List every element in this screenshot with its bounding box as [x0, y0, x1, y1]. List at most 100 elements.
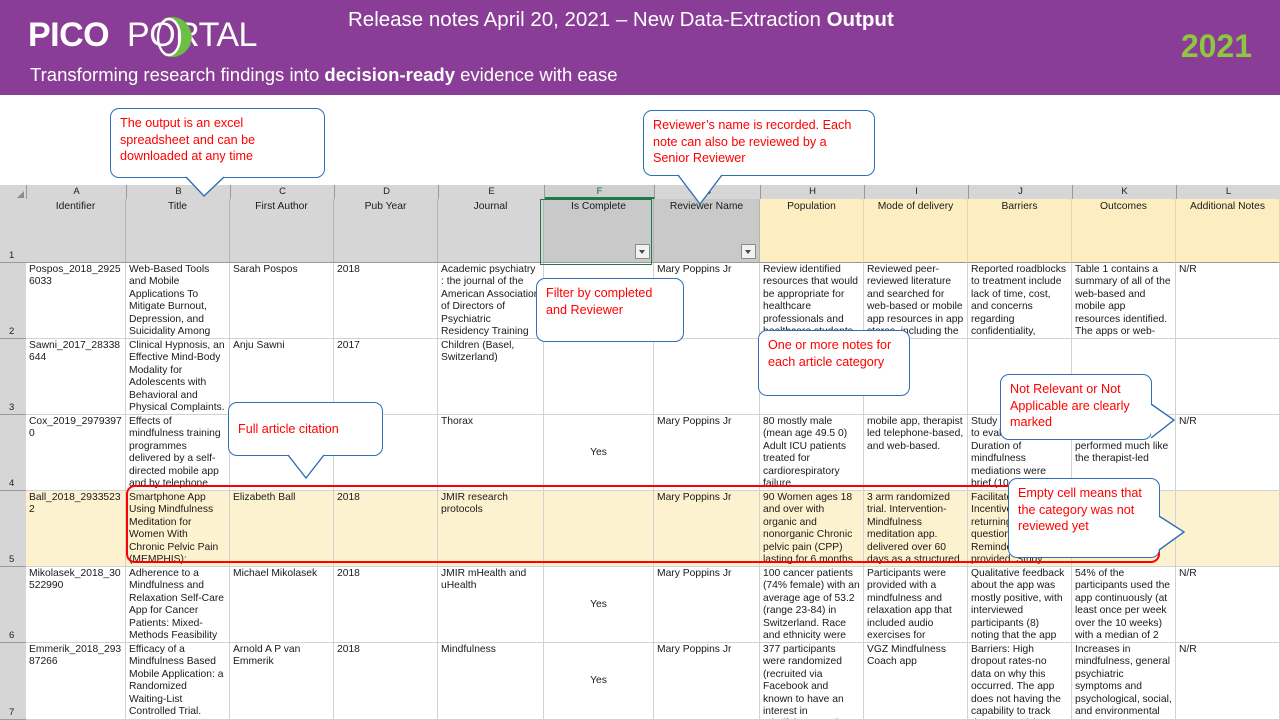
callout-reviewer-name: Reviewer’s name is recorded. Each note c… — [643, 110, 875, 176]
callout-not-relevant-text: Not Relevant or Not Applicable are clear… — [1010, 382, 1130, 429]
cell-first-author[interactable]: Elizabeth Ball — [230, 491, 334, 567]
cell-first-author[interactable]: Sarah Pospos — [230, 263, 334, 339]
table-row[interactable]: Emmerik_2018_29387266 Efficacy of a Mindf… — [26, 643, 1280, 720]
column-header-e[interactable]: E — [439, 185, 545, 199]
cell-is-complete[interactable] — [544, 339, 654, 415]
logo-pico-text: PICO — [28, 16, 110, 54]
row-header-4[interactable]: 4 — [0, 415, 26, 491]
cell-title[interactable]: Clinical Hypnosis, an Effective Mind-Bod… — [126, 339, 230, 415]
cell-journal[interactable]: JMIR mHealth and uHealth — [438, 567, 544, 643]
cell-outcomes[interactable]: 54% of the participants used the app con… — [1072, 567, 1176, 643]
cell-population[interactable]: 90 Women ages 18 and over with organic a… — [760, 491, 864, 567]
filter-dropdown-g[interactable] — [741, 244, 756, 259]
cell-population[interactable]: 100 cancer patients (74% female) with an… — [760, 567, 864, 643]
row-header-7[interactable]: 7 — [0, 643, 26, 720]
cell-barriers[interactable]: Barriers: High dropout rates-no data on … — [968, 643, 1072, 720]
callout-full-citation: Full article citation — [228, 402, 383, 456]
cell-journal[interactable]: Thorax — [438, 415, 544, 491]
column-header-f[interactable]: F — [545, 185, 655, 199]
cell-population[interactable]: Review identified resources that would b… — [760, 263, 864, 339]
cell-mode[interactable]: Reviewed peer-reviewed literature and se… — [864, 263, 968, 339]
row-header-label: 6 — [9, 630, 15, 641]
cell-notes[interactable] — [1176, 339, 1280, 415]
row-header-6[interactable]: 6 — [0, 567, 26, 643]
column-header-k[interactable]: K — [1073, 185, 1177, 199]
column-header-j[interactable]: J — [969, 185, 1073, 199]
cell-is-complete[interactable] — [544, 491, 654, 567]
cell-mode[interactable]: VGZ Mindfulness Coach app — [864, 643, 968, 720]
cell-outcomes[interactable]: Table 1 contains a summary of all of the… — [1072, 263, 1176, 339]
cell-title[interactable]: Web-Based Tools and Mobile Applications … — [126, 263, 230, 339]
row-header-2[interactable]: 2 — [0, 263, 26, 339]
callout-not-relevant-tail — [1150, 403, 1176, 439]
cell-identifier[interactable]: Cox_2019_29793970 — [26, 415, 126, 491]
cell-first-author[interactable]: Arnold A P van Emmerik — [230, 643, 334, 720]
cell-is-complete[interactable]: Yes — [544, 643, 654, 720]
cell-title[interactable]: Efficacy of a Mindfulness Based Mobile A… — [126, 643, 230, 720]
callout-reviewer-name-text: Reviewer’s name is recorded. Each note c… — [653, 118, 852, 165]
cell-notes[interactable]: N/R — [1176, 263, 1280, 339]
row-header-1[interactable]: 1 — [0, 199, 26, 263]
column-header-h[interactable]: H — [761, 185, 865, 199]
cell-mode[interactable]: Participants were provided with a mindfu… — [864, 567, 968, 643]
callout-filter-by-text: Filter by completed and Reviewer — [546, 286, 653, 317]
column-header-d[interactable]: D — [335, 185, 439, 199]
column-title-reviewer-name: Reviewer Name — [654, 199, 760, 263]
cell-notes[interactable]: N/R — [1176, 643, 1280, 720]
cell-identifier[interactable]: Sawni_2017_28338644 — [26, 339, 126, 415]
cell-journal[interactable]: Mindfulness — [438, 643, 544, 720]
cell-is-complete[interactable]: Yes — [544, 567, 654, 643]
cell-journal[interactable]: Academic psychiatry : the journal of the… — [438, 263, 544, 339]
row-header-3[interactable]: 3 — [0, 339, 26, 415]
page-title-main: Release notes April 20, 2021 – New Data-… — [348, 8, 827, 31]
cell-reviewer[interactable]: Mary Poppins Jr — [654, 643, 760, 720]
cell-population[interactable]: 80 mostly male (mean age 49.5 0) Adult I… — [760, 415, 864, 491]
cell-first-author[interactable]: Michael Mikolasek — [230, 567, 334, 643]
cell-barriers[interactable]: Qualitative feedback about the app was m… — [968, 567, 1072, 643]
filter-dropdown-f[interactable] — [635, 244, 650, 259]
column-title-outcomes: Outcomes — [1072, 199, 1176, 263]
cell-pub-year[interactable]: 2018 — [334, 263, 438, 339]
cell-reviewer[interactable]: Mary Poppins Jr — [654, 491, 760, 567]
row-header-label: 3 — [9, 402, 15, 413]
column-header-a[interactable]: A — [27, 185, 127, 199]
cell-is-complete[interactable]: Yes — [544, 415, 654, 491]
table-row[interactable]: Mikolasek_2018_30522990 Adherence to a Mi… — [26, 567, 1280, 643]
cell-barriers[interactable]: Reported roadblocks to treatment include… — [968, 263, 1072, 339]
cell-notes[interactable]: N/R — [1176, 415, 1280, 491]
callout-output-excel-text: The output is an excel spreadsheet and c… — [120, 116, 256, 163]
column-header-i[interactable]: I — [865, 185, 969, 199]
cell-journal[interactable]: JMIR research protocols — [438, 491, 544, 567]
cell-identifier[interactable]: Pospos_2018_29256033 — [26, 263, 126, 339]
cell-identifier[interactable]: Ball_2018_29335232 — [26, 491, 126, 567]
cell-journal[interactable]: Children (Basel, Switzerland) — [438, 339, 544, 415]
cell-pub-year[interactable]: 2018 — [334, 643, 438, 720]
cell-title[interactable]: Effects of mindfulness training programm… — [126, 415, 230, 491]
row-header-5[interactable]: 5 — [0, 491, 26, 567]
cell-pub-year[interactable]: 2018 — [334, 491, 438, 567]
column-header-c[interactable]: C — [231, 185, 335, 199]
table-header-row: Identifier Title First Author Pub Year Journ… — [26, 199, 1280, 263]
callout-empty-cell-tail — [1158, 515, 1186, 551]
callout-output-excel: The output is an excel spreadsheet and c… — [110, 108, 325, 178]
cell-reviewer[interactable]: Mary Poppins Jr — [654, 415, 760, 491]
cell-mode[interactable]: mobile app, therapist led telephone-base… — [864, 415, 968, 491]
cell-mode[interactable]: 3 arm randomized trial. Intervention-Min… — [864, 491, 968, 567]
cell-pub-year[interactable]: 2018 — [334, 567, 438, 643]
cell-population[interactable]: 377 participants were randomized (recrui… — [760, 643, 864, 720]
cell-identifier[interactable]: Emmerik_2018_29387266 — [26, 643, 126, 720]
cell-outcomes[interactable]: Increases in mindfulness, general psychi… — [1072, 643, 1176, 720]
cell-reviewer[interactable] — [654, 339, 760, 415]
column-title-label: Additional Notes — [1190, 201, 1265, 212]
cell-notes[interactable]: N/R — [1176, 567, 1280, 643]
cell-title[interactable]: Adherence to a Mindfulness and Relaxatio… — [126, 567, 230, 643]
column-title-label: Journal — [473, 201, 508, 212]
cell-title[interactable]: Smartphone App Using Mindfulness Meditat… — [126, 491, 230, 567]
cell-notes[interactable] — [1176, 491, 1280, 567]
cell-identifier[interactable]: Mikolasek_2018_30522990 — [26, 567, 126, 643]
column-header-l[interactable]: L — [1177, 185, 1280, 199]
cell-reviewer[interactable]: Mary Poppins Jr — [654, 567, 760, 643]
select-all-corner[interactable] — [0, 185, 27, 199]
column-title-label: Is Complete — [571, 201, 626, 212]
column-title-label: Mode of delivery — [877, 201, 954, 212]
